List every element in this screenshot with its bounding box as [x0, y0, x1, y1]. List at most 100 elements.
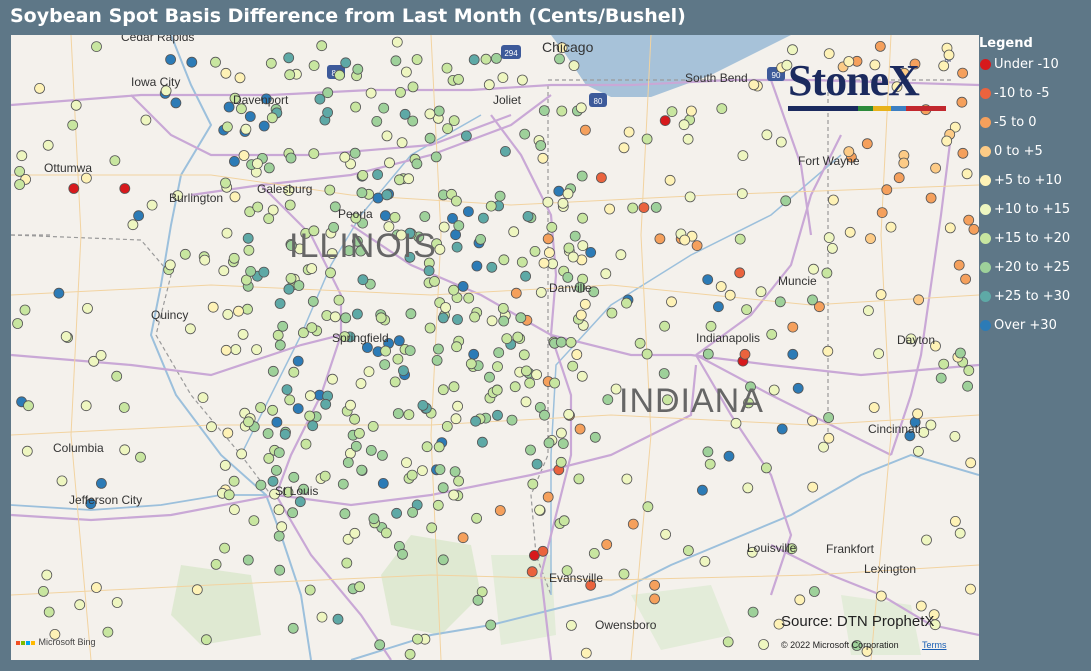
basis-point[interactable]: [242, 554, 254, 566]
basis-point[interactable]: [319, 470, 331, 482]
basis-point[interactable]: [520, 270, 531, 282]
basis-point[interactable]: [314, 93, 326, 105]
basis-point[interactable]: [627, 202, 639, 214]
basis-point[interactable]: [544, 247, 555, 259]
basis-point[interactable]: [748, 79, 760, 91]
basis-point[interactable]: [404, 648, 416, 660]
basis-point[interactable]: [389, 211, 401, 223]
basis-point[interactable]: [596, 172, 607, 184]
basis-point[interactable]: [284, 199, 296, 211]
basis-point[interactable]: [494, 505, 506, 516]
basis-point[interactable]: [230, 344, 242, 355]
basis-point[interactable]: [350, 101, 362, 113]
basis-point[interactable]: [531, 369, 542, 381]
basis-point[interactable]: [453, 74, 464, 85]
basis-point[interactable]: [74, 599, 86, 611]
basis-point[interactable]: [283, 52, 295, 64]
basis-point[interactable]: [432, 499, 444, 511]
basis-point[interactable]: [389, 376, 401, 388]
basis-point[interactable]: [304, 390, 316, 402]
basis-point[interactable]: [421, 441, 433, 453]
basis-point[interactable]: [206, 421, 217, 433]
basis-point[interactable]: [556, 105, 568, 117]
basis-point[interactable]: [606, 307, 618, 319]
basis-point[interactable]: [453, 475, 465, 487]
basis-point[interactable]: [378, 102, 390, 114]
basis-point[interactable]: [678, 119, 690, 131]
basis-point[interactable]: [285, 272, 297, 284]
basis-point[interactable]: [542, 491, 554, 503]
basis-point[interactable]: [243, 416, 254, 428]
basis-point[interactable]: [691, 240, 703, 252]
basis-point[interactable]: [868, 402, 880, 413]
basis-point[interactable]: [761, 462, 772, 474]
basis-point[interactable]: [925, 192, 937, 204]
basis-point[interactable]: [263, 213, 275, 225]
basis-point[interactable]: [391, 507, 403, 519]
basis-point[interactable]: [521, 365, 532, 377]
basis-point[interactable]: [949, 430, 961, 442]
basis-point[interactable]: [686, 105, 697, 117]
basis-point[interactable]: [557, 197, 569, 209]
basis-point[interactable]: [219, 459, 231, 471]
basis-point[interactable]: [579, 298, 591, 310]
basis-point[interactable]: [576, 170, 588, 182]
basis-point[interactable]: [407, 506, 419, 518]
basis-point[interactable]: [219, 542, 231, 554]
basis-point[interactable]: [21, 445, 33, 457]
basis-point[interactable]: [472, 594, 484, 606]
basis-point[interactable]: [306, 322, 318, 334]
basis-point[interactable]: [353, 427, 365, 439]
basis-point[interactable]: [941, 135, 953, 147]
basis-point[interactable]: [549, 377, 560, 389]
basis-point[interactable]: [553, 185, 565, 197]
basis-point[interactable]: [758, 639, 769, 650]
basis-point[interactable]: [527, 478, 539, 490]
basis-point[interactable]: [520, 396, 532, 408]
basis-point[interactable]: [569, 230, 581, 242]
basis-point[interactable]: [683, 545, 694, 556]
basis-point[interactable]: [537, 545, 549, 557]
basis-point[interactable]: [238, 150, 250, 161]
basis-point[interactable]: [374, 639, 386, 651]
basis-point[interactable]: [82, 302, 93, 314]
basis-point[interactable]: [263, 162, 275, 174]
basis-point[interactable]: [493, 347, 505, 359]
basis-point[interactable]: [430, 151, 442, 163]
basis-point[interactable]: [649, 579, 660, 591]
basis-point[interactable]: [207, 301, 219, 313]
basis-point[interactable]: [308, 148, 320, 159]
basis-point[interactable]: [127, 219, 139, 231]
basis-point[interactable]: [210, 559, 222, 570]
basis-point[interactable]: [529, 245, 541, 257]
basis-point[interactable]: [179, 248, 191, 260]
basis-point[interactable]: [363, 366, 375, 378]
basis-point[interactable]: [807, 415, 818, 427]
basis-point[interactable]: [875, 590, 887, 602]
basis-point[interactable]: [539, 409, 550, 421]
basis-point[interactable]: [245, 265, 257, 277]
basis-point[interactable]: [913, 294, 924, 306]
basis-point[interactable]: [787, 44, 798, 56]
basis-point[interactable]: [618, 142, 630, 154]
basis-point[interactable]: [498, 315, 510, 327]
basis-point[interactable]: [300, 438, 312, 450]
basis-point[interactable]: [341, 557, 353, 569]
basis-point[interactable]: [664, 174, 676, 186]
basis-point[interactable]: [575, 102, 587, 114]
basis-point[interactable]: [477, 212, 489, 224]
basis-point[interactable]: [780, 195, 792, 207]
basis-point[interactable]: [787, 321, 799, 333]
basis-point[interactable]: [823, 412, 834, 423]
basis-point[interactable]: [118, 402, 130, 413]
basis-point[interactable]: [554, 53, 565, 65]
basis-point[interactable]: [91, 582, 102, 593]
basis-point[interactable]: [650, 201, 662, 213]
basis-point[interactable]: [273, 447, 285, 459]
basis-point[interactable]: [379, 210, 391, 222]
basis-point[interactable]: [191, 584, 203, 596]
basis-point[interactable]: [119, 444, 131, 456]
basis-point[interactable]: [56, 475, 68, 487]
basis-point[interactable]: [807, 481, 819, 493]
basis-point[interactable]: [930, 162, 941, 174]
